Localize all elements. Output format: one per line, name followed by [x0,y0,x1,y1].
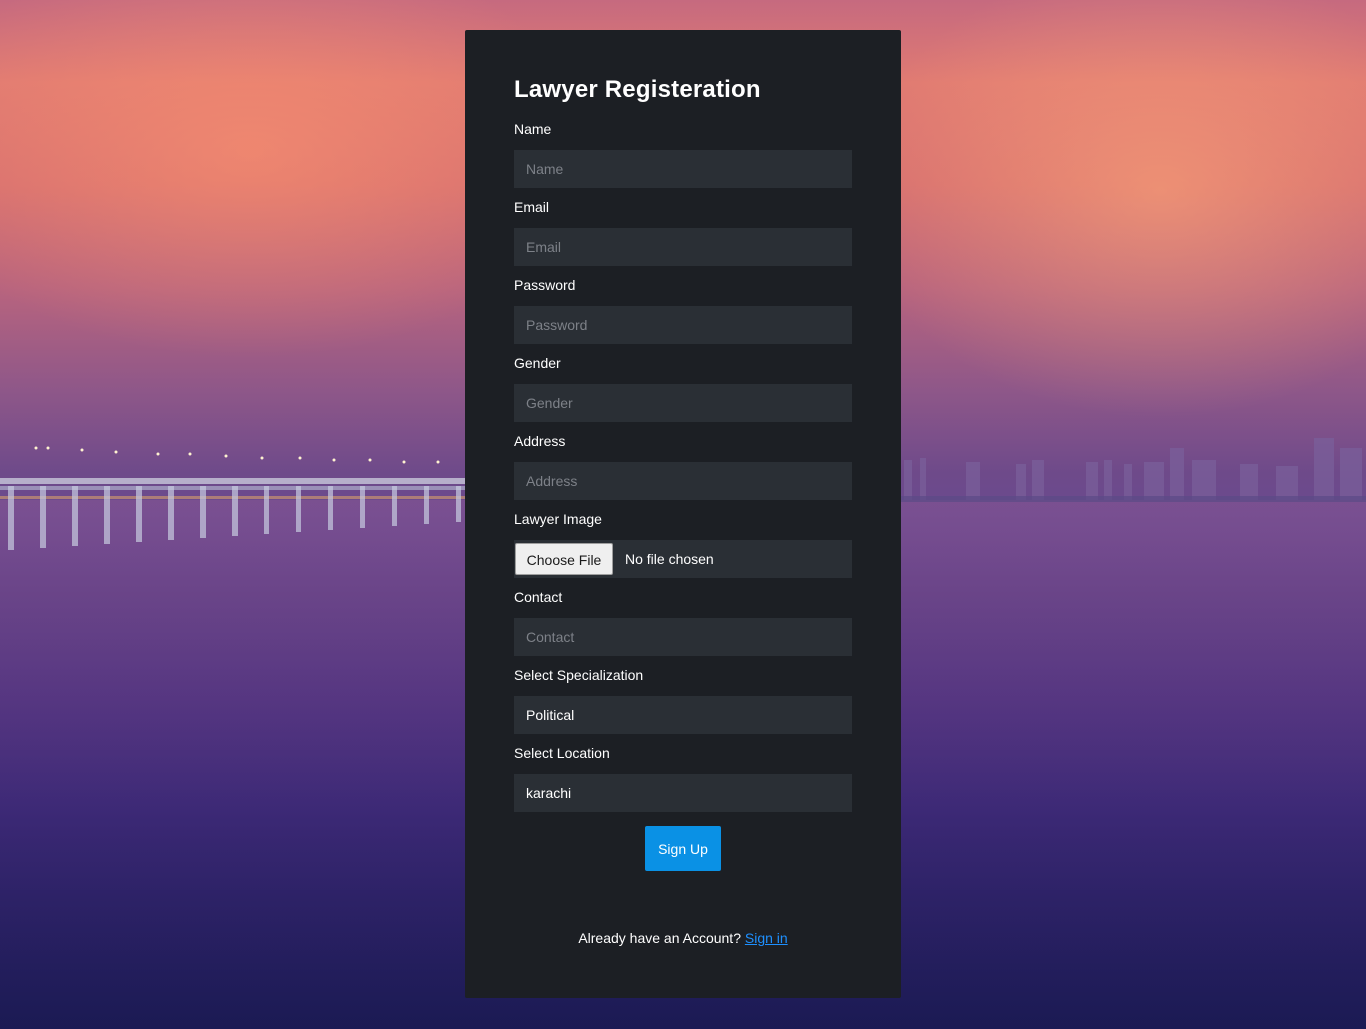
password-label: Password [514,277,576,293]
specialization-group: Select Specialization Political [514,666,852,734]
address-group: Address [514,432,852,500]
address-label: Address [514,433,566,449]
contact-input[interactable] [514,618,852,656]
gender-label: Gender [514,355,561,371]
signin-prompt-text: Already have an Account? [578,930,741,946]
file-status-text: No file chosen [625,551,714,567]
email-group: Email [514,198,852,266]
signin-prompt: Already have an Account? Sign in [465,930,901,946]
choose-file-button[interactable]: Choose File [515,543,613,575]
sign-up-button[interactable]: Sign Up [645,826,721,871]
sign-in-link[interactable]: Sign in [745,930,788,946]
image-label: Lawyer Image [514,511,602,527]
password-input[interactable] [514,306,852,344]
password-group: Password [514,276,852,344]
file-input[interactable]: Choose File No file chosen [514,540,852,578]
city-skyline-graphic [900,438,1366,502]
gender-group: Gender [514,354,852,422]
name-group: Name [514,120,852,188]
contact-label: Contact [514,589,563,605]
image-group: Lawyer Image Choose File No file chosen [514,510,852,578]
specialization-select[interactable]: Political [514,696,852,734]
registration-card: Lawyer Registeration Name Email Password… [465,30,901,998]
address-input[interactable] [514,462,852,500]
location-select[interactable]: karachi [514,774,852,812]
specialization-label: Select Specialization [514,667,644,683]
name-label: Name [514,121,552,137]
page-title: Lawyer Registeration [514,76,761,103]
gender-input[interactable] [514,384,852,422]
name-input[interactable] [514,150,852,188]
location-label: Select Location [514,745,610,761]
bridge-graphic [0,446,470,550]
location-group: Select Location karachi [514,744,852,812]
email-label: Email [514,199,550,215]
email-input[interactable] [514,228,852,266]
contact-group: Contact [514,588,852,656]
